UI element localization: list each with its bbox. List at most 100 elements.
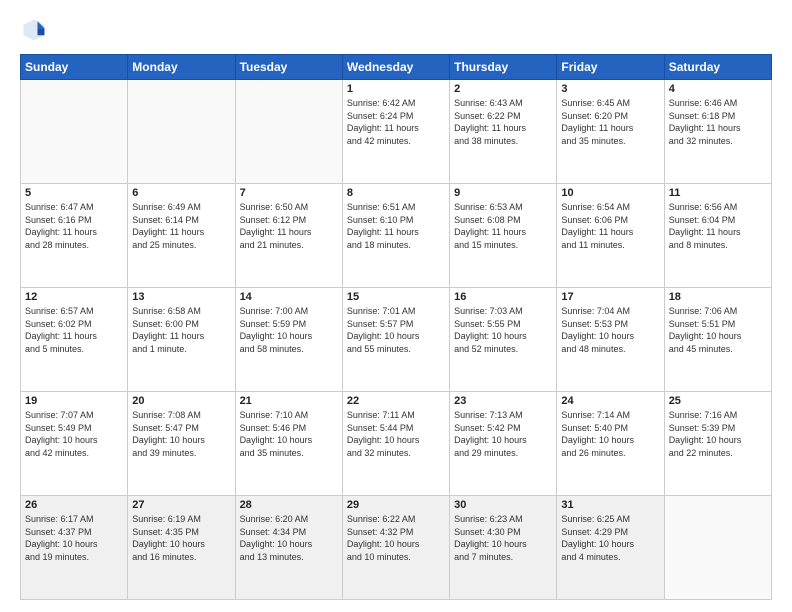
day-info: Sunrise: 6:20 AM Sunset: 4:34 PM Dayligh… [240, 513, 338, 563]
day-number: 17 [561, 291, 659, 303]
week-row-0: 1 Sunrise: 6:42 AM Sunset: 6:24 PM Daylig… [21, 80, 772, 184]
weekday-header-row: SundayMondayTuesdayWednesdayThursdayFrid… [21, 55, 772, 80]
day-cell: 1 Sunrise: 6:42 AM Sunset: 6:24 PM Daylig… [342, 80, 449, 184]
day-cell [128, 80, 235, 184]
day-cell: 19 Sunrise: 7:07 AM Sunset: 5:49 PM Dayli… [21, 392, 128, 496]
day-cell: 15 Sunrise: 7:01 AM Sunset: 5:57 PM Dayli… [342, 288, 449, 392]
day-info: Sunrise: 7:00 AM Sunset: 5:59 PM Dayligh… [240, 305, 338, 355]
day-info: Sunrise: 7:07 AM Sunset: 5:49 PM Dayligh… [25, 409, 123, 459]
day-number: 15 [347, 291, 445, 303]
day-cell: 16 Sunrise: 7:03 AM Sunset: 5:55 PM Dayli… [450, 288, 557, 392]
day-number: 21 [240, 395, 338, 407]
day-number: 11 [669, 187, 767, 199]
day-number: 20 [132, 395, 230, 407]
calendar-table: SundayMondayTuesdayWednesdayThursdayFrid… [20, 54, 772, 600]
week-row-4: 26 Sunrise: 6:17 AM Sunset: 4:37 PM Dayli… [21, 496, 772, 600]
day-info: Sunrise: 6:23 AM Sunset: 4:30 PM Dayligh… [454, 513, 552, 563]
day-cell: 21 Sunrise: 7:10 AM Sunset: 5:46 PM Dayli… [235, 392, 342, 496]
day-cell [664, 496, 771, 600]
page: SundayMondayTuesdayWednesdayThursdayFrid… [0, 0, 792, 612]
day-number: 8 [347, 187, 445, 199]
day-info: Sunrise: 6:49 AM Sunset: 6:14 PM Dayligh… [132, 201, 230, 251]
day-cell: 10 Sunrise: 6:54 AM Sunset: 6:06 PM Dayli… [557, 184, 664, 288]
day-number: 10 [561, 187, 659, 199]
day-cell [235, 80, 342, 184]
day-info: Sunrise: 6:51 AM Sunset: 6:10 PM Dayligh… [347, 201, 445, 251]
day-number: 22 [347, 395, 445, 407]
day-number: 26 [25, 499, 123, 511]
day-number: 30 [454, 499, 552, 511]
day-number: 13 [132, 291, 230, 303]
day-number: 2 [454, 83, 552, 95]
day-info: Sunrise: 7:01 AM Sunset: 5:57 PM Dayligh… [347, 305, 445, 355]
day-info: Sunrise: 7:06 AM Sunset: 5:51 PM Dayligh… [669, 305, 767, 355]
day-info: Sunrise: 7:14 AM Sunset: 5:40 PM Dayligh… [561, 409, 659, 459]
day-cell: 17Sunrise: 7:04 AM Sunset: 5:53 PM Dayli… [557, 288, 664, 392]
logo [20, 16, 52, 44]
day-info: Sunrise: 6:22 AM Sunset: 4:32 PM Dayligh… [347, 513, 445, 563]
day-info: Sunrise: 7:11 AM Sunset: 5:44 PM Dayligh… [347, 409, 445, 459]
day-cell: 26 Sunrise: 6:17 AM Sunset: 4:37 PM Dayli… [21, 496, 128, 600]
weekday-friday: Friday [557, 55, 664, 80]
day-cell: 2 Sunrise: 6:43 AM Sunset: 6:22 PM Daylig… [450, 80, 557, 184]
day-cell: 20 Sunrise: 7:08 AM Sunset: 5:47 PM Dayli… [128, 392, 235, 496]
day-number: 16 [454, 291, 552, 303]
day-cell: 11 Sunrise: 6:56 AM Sunset: 6:04 PM Dayli… [664, 184, 771, 288]
week-row-3: 19 Sunrise: 7:07 AM Sunset: 5:49 PM Dayli… [21, 392, 772, 496]
day-cell: 27Sunrise: 6:19 AM Sunset: 4:35 PM Dayli… [128, 496, 235, 600]
day-number: 14 [240, 291, 338, 303]
day-number: 6 [132, 187, 230, 199]
day-info: Sunrise: 7:10 AM Sunset: 5:46 PM Dayligh… [240, 409, 338, 459]
day-cell: 25Sunrise: 7:16 AM Sunset: 5:39 PM Dayli… [664, 392, 771, 496]
day-cell: 22 Sunrise: 7:11 AM Sunset: 5:44 PM Dayli… [342, 392, 449, 496]
day-number: 9 [454, 187, 552, 199]
day-cell [21, 80, 128, 184]
logo-icon [20, 16, 48, 44]
day-info: Sunrise: 6:42 AM Sunset: 6:24 PM Dayligh… [347, 97, 445, 147]
day-number: 7 [240, 187, 338, 199]
weekday-sunday: Sunday [21, 55, 128, 80]
day-cell: 18 Sunrise: 7:06 AM Sunset: 5:51 PM Dayli… [664, 288, 771, 392]
day-info: Sunrise: 6:54 AM Sunset: 6:06 PM Dayligh… [561, 201, 659, 251]
day-number: 31 [561, 499, 659, 511]
day-number: 5 [25, 187, 123, 199]
day-number: 12 [25, 291, 123, 303]
day-number: 29 [347, 499, 445, 511]
day-cell: 12 Sunrise: 6:57 AM Sunset: 6:02 PM Dayli… [21, 288, 128, 392]
day-cell: 4 Sunrise: 6:46 AM Sunset: 6:18 PM Daylig… [664, 80, 771, 184]
day-number: 4 [669, 83, 767, 95]
day-info: Sunrise: 6:17 AM Sunset: 4:37 PM Dayligh… [25, 513, 123, 563]
day-number: 3 [561, 83, 659, 95]
day-cell: 30 Sunrise: 6:23 AM Sunset: 4:30 PM Dayli… [450, 496, 557, 600]
day-number: 18 [669, 291, 767, 303]
day-cell: 3 Sunrise: 6:45 AM Sunset: 6:20 PM Daylig… [557, 80, 664, 184]
week-row-2: 12 Sunrise: 6:57 AM Sunset: 6:02 PM Dayli… [21, 288, 772, 392]
day-info: Sunrise: 6:25 AM Sunset: 4:29 PM Dayligh… [561, 513, 659, 563]
weekday-monday: Monday [128, 55, 235, 80]
day-number: 25 [669, 395, 767, 407]
day-info: Sunrise: 6:46 AM Sunset: 6:18 PM Dayligh… [669, 97, 767, 147]
day-info: Sunrise: 6:57 AM Sunset: 6:02 PM Dayligh… [25, 305, 123, 355]
day-info: Sunrise: 7:03 AM Sunset: 5:55 PM Dayligh… [454, 305, 552, 355]
day-info: Sunrise: 6:53 AM Sunset: 6:08 PM Dayligh… [454, 201, 552, 251]
day-info: Sunrise: 6:58 AM Sunset: 6:00 PM Dayligh… [132, 305, 230, 355]
day-info: Sunrise: 7:08 AM Sunset: 5:47 PM Dayligh… [132, 409, 230, 459]
day-info: Sunrise: 6:50 AM Sunset: 6:12 PM Dayligh… [240, 201, 338, 251]
day-info: Sunrise: 6:47 AM Sunset: 6:16 PM Dayligh… [25, 201, 123, 251]
day-info: Sunrise: 6:45 AM Sunset: 6:20 PM Dayligh… [561, 97, 659, 147]
day-number: 19 [25, 395, 123, 407]
day-cell: 31 Sunrise: 6:25 AM Sunset: 4:29 PM Dayli… [557, 496, 664, 600]
day-number: 28 [240, 499, 338, 511]
header [20, 16, 772, 44]
day-cell: 9 Sunrise: 6:53 AM Sunset: 6:08 PM Daylig… [450, 184, 557, 288]
day-info: Sunrise: 7:13 AM Sunset: 5:42 PM Dayligh… [454, 409, 552, 459]
day-cell: 23Sunrise: 7:13 AM Sunset: 5:42 PM Dayli… [450, 392, 557, 496]
day-cell: 24Sunrise: 7:14 AM Sunset: 5:40 PM Dayli… [557, 392, 664, 496]
day-number: 27 [132, 499, 230, 511]
day-info: Sunrise: 6:43 AM Sunset: 6:22 PM Dayligh… [454, 97, 552, 147]
day-number: 1 [347, 83, 445, 95]
day-cell: 8 Sunrise: 6:51 AM Sunset: 6:10 PM Daylig… [342, 184, 449, 288]
day-info: Sunrise: 6:56 AM Sunset: 6:04 PM Dayligh… [669, 201, 767, 251]
day-cell: 13 Sunrise: 6:58 AM Sunset: 6:00 PM Dayli… [128, 288, 235, 392]
weekday-saturday: Saturday [664, 55, 771, 80]
